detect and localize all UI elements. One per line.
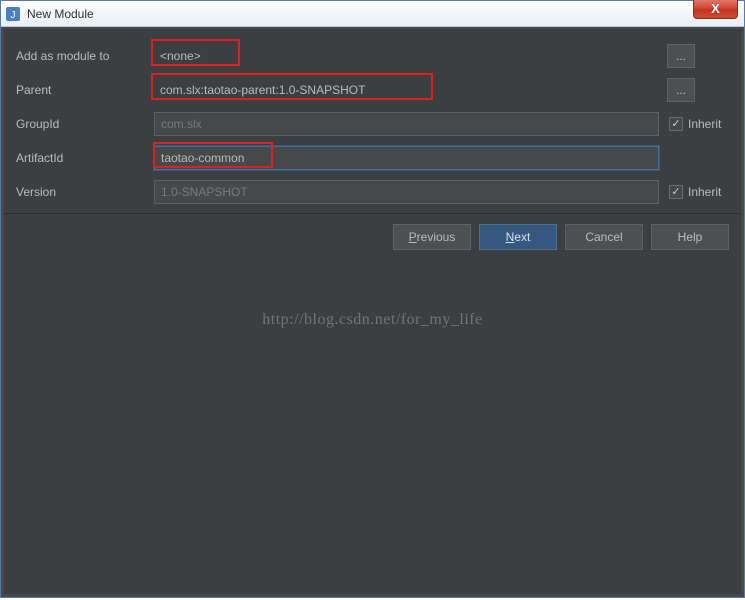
- version-inherit-checkbox[interactable]: ✓ Inherit: [669, 185, 731, 199]
- add-as-module-browse-button[interactable]: ...: [667, 44, 695, 68]
- version-input[interactable]: [154, 180, 659, 204]
- inherit-label: Inherit: [688, 185, 721, 199]
- dialog-content: Add as module to <none> ... Parent com.s…: [1, 27, 744, 597]
- add-as-module-value-wrap: <none>: [154, 45, 659, 67]
- previous-button[interactable]: Previous: [393, 224, 471, 250]
- close-button[interactable]: X: [693, 0, 738, 19]
- checkbox-checked-icon: ✓: [669, 117, 683, 131]
- row-artifactid: ArtifactId Inh: [14, 145, 731, 171]
- help-button[interactable]: Help: [651, 224, 729, 250]
- checkbox-checked-icon: ✓: [669, 185, 683, 199]
- parent-label: Parent: [14, 83, 154, 97]
- groupid-inherit-checkbox[interactable]: ✓ Inherit: [669, 117, 731, 131]
- form-area: Add as module to <none> ... Parent com.s…: [4, 29, 741, 213]
- add-as-module-value: <none>: [154, 45, 207, 67]
- cancel-button[interactable]: Cancel: [565, 224, 643, 250]
- version-label: Version: [14, 185, 154, 199]
- groupid-label: GroupId: [14, 117, 154, 131]
- ellipsis-icon: ...: [676, 49, 686, 63]
- titlebar: J New Module X: [1, 1, 744, 27]
- parent-browse-button[interactable]: ...: [667, 78, 695, 102]
- window-title: New Module: [27, 7, 94, 21]
- ellipsis-icon: ...: [676, 83, 686, 97]
- artifactid-label: ArtifactId: [14, 151, 154, 165]
- add-as-module-label: Add as module to: [14, 49, 154, 63]
- close-icon: X: [711, 1, 720, 16]
- parent-value: com.slx:taotao-parent:1.0-SNAPSHOT: [154, 79, 371, 101]
- row-add-as-module: Add as module to <none> ...: [14, 43, 731, 69]
- groupid-input[interactable]: [154, 112, 659, 136]
- artifactid-input[interactable]: [154, 146, 659, 170]
- dialog-window: J New Module X Add as module to <none> .…: [0, 0, 745, 598]
- app-icon: J: [5, 6, 21, 22]
- row-groupid: GroupId ✓ Inherit: [14, 111, 731, 137]
- row-parent: Parent com.slx:taotao-parent:1.0-SNAPSHO…: [14, 77, 731, 103]
- next-button[interactable]: Next: [479, 224, 557, 250]
- watermark-text: http://blog.csdn.net/for_my_life: [4, 311, 741, 329]
- parent-value-wrap: com.slx:taotao-parent:1.0-SNAPSHOT: [154, 79, 659, 101]
- inherit-label: Inherit: [688, 117, 721, 131]
- dialog-footer: Previous Next Cancel Help: [4, 213, 741, 259]
- row-version: Version ✓ Inherit: [14, 179, 731, 205]
- svg-text:J: J: [11, 10, 16, 21]
